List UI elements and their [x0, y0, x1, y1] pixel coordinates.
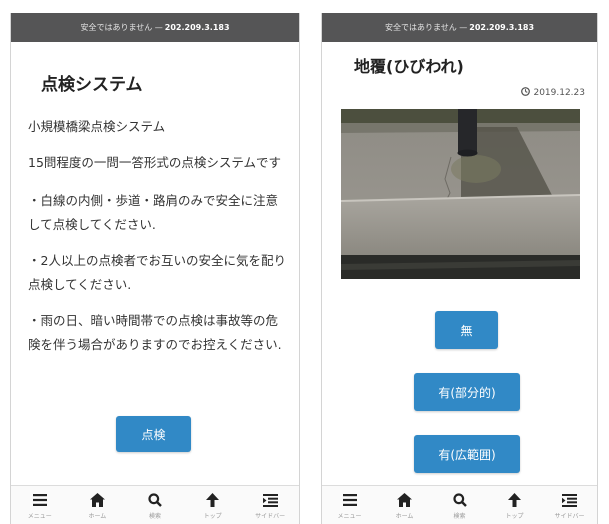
arrow-up-icon: [206, 490, 220, 510]
url-address: 202.209.3.183: [164, 23, 230, 32]
sidebar-icon: [562, 490, 577, 510]
home-icon: [397, 490, 412, 510]
answer-partial-button[interactable]: 有(部分的): [414, 373, 520, 411]
url-bar[interactable]: 安全ではありません — 202.209.3.183: [322, 13, 597, 42]
clock-icon: [521, 87, 531, 99]
bottom-nav: メニュー ホーム 検索 トップ サイドバー: [11, 485, 299, 524]
menu-icon: [32, 490, 47, 510]
nav-item-menu[interactable]: メニュー: [14, 490, 66, 520]
search-icon: [452, 490, 467, 510]
inspection-photo: [341, 109, 580, 279]
intro-paragraph: 15問程度の一問一答形式の点検システムです: [28, 155, 282, 170]
sidebar-icon: [262, 490, 278, 510]
start-screen: 安全ではありません — 202.209.3.183 点検システム 小規模橋梁点検…: [10, 13, 300, 524]
nav-item-sidebar[interactable]: サイドバー: [544, 490, 596, 520]
date-text: 2019.12.23: [533, 88, 585, 98]
nav-label: メニュー: [27, 513, 52, 520]
answer-widespread-button[interactable]: 有(広範囲): [414, 435, 520, 473]
url-bar[interactable]: 安全ではありません — 202.209.3.183: [11, 13, 299, 42]
nav-label: サイドバー: [554, 513, 585, 520]
question-title: 地覆(ひびわれ): [354, 57, 464, 76]
nav-item-sidebar[interactable]: サイドバー: [244, 490, 296, 520]
home-icon: [89, 490, 105, 510]
menu-icon: [342, 490, 357, 510]
nav-label: サイドバー: [255, 513, 286, 520]
arrow-up-icon: [508, 490, 521, 510]
nav-item-search[interactable]: 検索: [434, 490, 486, 520]
notice-paragraph: ・白線の内側・歩道・路肩のみで安全に注意して点検してください.: [28, 193, 279, 232]
nav-label: 検索: [148, 513, 161, 520]
nav-label: トップ: [203, 513, 222, 520]
nav-item-top[interactable]: トップ: [187, 490, 239, 520]
nav-item-search[interactable]: 検索: [129, 490, 181, 520]
nav-item-home[interactable]: ホーム: [71, 490, 123, 520]
page-title: 点検システム: [41, 75, 143, 95]
security-warning: 安全ではありません —: [80, 23, 163, 32]
question-screen: 安全ではありません — 202.209.3.183 地覆(ひびわれ) 2019.…: [321, 13, 598, 524]
start-inspection-button[interactable]: 点検: [116, 416, 191, 452]
post-date: 2019.12.23: [521, 87, 585, 99]
url-address: 202.209.3.183: [469, 23, 535, 32]
nav-label: メニュー: [337, 513, 362, 520]
security-warning: 安全ではありません —: [384, 23, 468, 32]
intro-paragraph: 小規模橋梁点検システム: [28, 119, 166, 134]
notice-paragraph: ・雨の日、暗い時間帯での点検は事故等の危険を伴う場合がありますのでお控えください…: [28, 313, 282, 352]
nav-item-top[interactable]: トップ: [489, 490, 541, 520]
nav-label: ホーム: [395, 513, 414, 520]
nav-item-home[interactable]: ホーム: [379, 490, 431, 520]
answer-none-button[interactable]: 無: [435, 311, 498, 349]
nav-label: ホーム: [88, 513, 107, 520]
nav-item-menu[interactable]: メニュー: [324, 490, 376, 520]
nav-label: トップ: [505, 513, 524, 520]
notice-paragraph: ・2人以上の点検者でお互いの安全に気を配り点検してください.: [28, 253, 286, 292]
search-icon: [148, 490, 162, 510]
bottom-nav: メニュー ホーム 検索 トップ サイドバー: [322, 485, 597, 524]
nav-label: 検索: [453, 513, 466, 520]
